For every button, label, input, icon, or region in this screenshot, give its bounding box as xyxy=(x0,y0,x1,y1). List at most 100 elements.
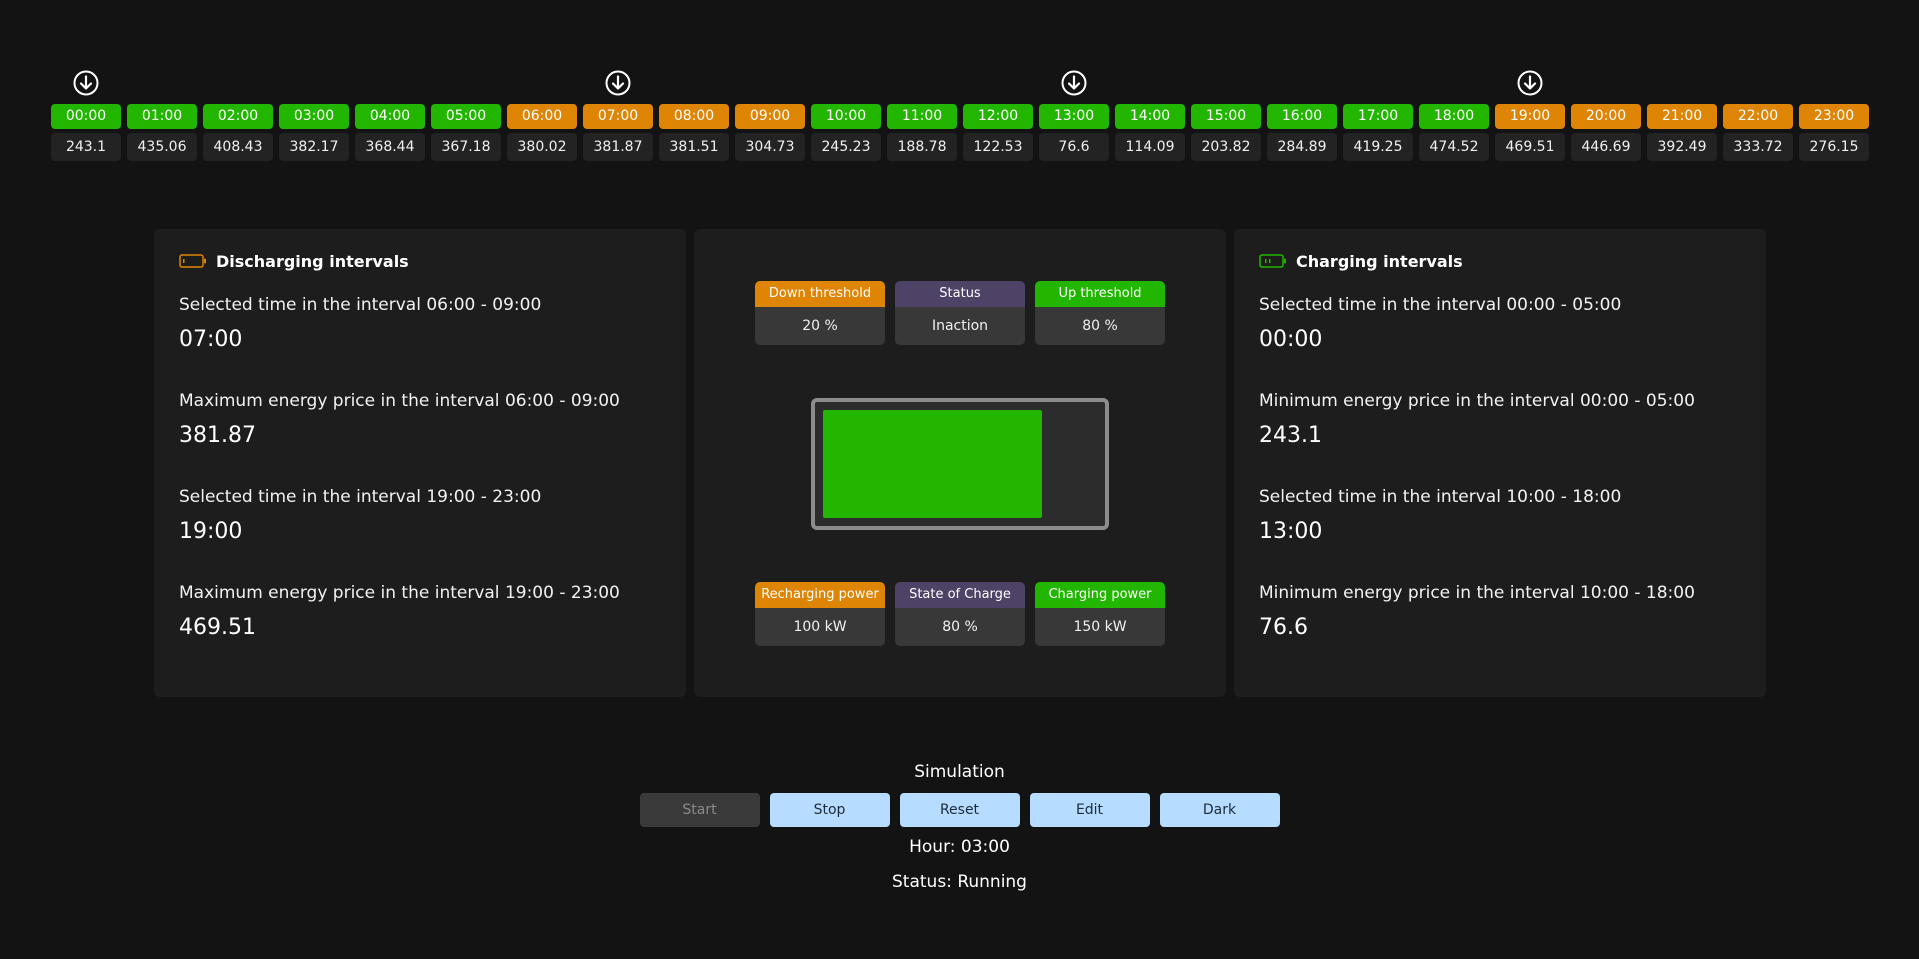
arrow-down-circle-icon xyxy=(604,69,632,97)
hour-label[interactable]: 06:00 xyxy=(507,104,577,129)
hour-label[interactable]: 09:00 xyxy=(735,104,805,129)
hour-label[interactable]: 20:00 xyxy=(1571,104,1641,129)
hour-label[interactable]: 13:00 xyxy=(1039,104,1109,129)
stat-value: 100 kW xyxy=(755,608,885,646)
discharging-info-list: Selected time in the interval 06:00 - 09… xyxy=(179,293,661,643)
info-block: Selected time in the interval 00:00 - 05… xyxy=(1259,293,1741,355)
battery-gauge xyxy=(811,398,1109,530)
panel-header: Discharging intervals xyxy=(179,251,661,271)
hour-column: 12:00 122.53 xyxy=(963,64,1033,161)
hour-label[interactable]: 08:00 xyxy=(659,104,729,129)
hour-price: 419.25 xyxy=(1343,133,1413,161)
arrow-down-circle-icon xyxy=(1516,69,1544,97)
info-block: Selected time in the interval 10:00 - 18… xyxy=(1259,485,1741,547)
info-block: Minimum energy price in the interval 00:… xyxy=(1259,389,1741,451)
hour-label[interactable]: 18:00 xyxy=(1419,104,1489,129)
stop-button[interactable]: Stop xyxy=(769,793,890,827)
info-block: Minimum energy price in the interval 10:… xyxy=(1259,581,1741,643)
info-label: Maximum energy price in the interval 06:… xyxy=(179,391,620,411)
charging-panel: Charging intervals Selected time in the … xyxy=(1234,229,1766,697)
stat-value: 20 % xyxy=(755,307,885,345)
hour-column: 20:00 446.69 xyxy=(1571,64,1641,161)
app-root: 00:00 243.1 01:00 435.06 02:00 408.43 03:00 382… xyxy=(0,0,1919,959)
hour-label[interactable]: 11:00 xyxy=(887,104,957,129)
hour-label[interactable]: 02:00 xyxy=(203,104,273,129)
hour-label[interactable]: 14:00 xyxy=(1115,104,1185,129)
simulation-section: Simulation Start Stop Reset Edit Dark Ho… xyxy=(0,758,1919,896)
hour-price: 304.73 xyxy=(735,133,805,161)
hour-column: 00:00 243.1 xyxy=(51,64,121,161)
hour-column: 19:00 469.51 xyxy=(1495,64,1565,161)
stat-label: Status xyxy=(895,281,1025,307)
info-label: Selected time in the interval 10:00 - 18… xyxy=(1259,487,1622,507)
hour-column: 22:00 333.72 xyxy=(1723,64,1793,161)
hour-label[interactable]: 15:00 xyxy=(1191,104,1261,129)
hour-label[interactable]: 22:00 xyxy=(1723,104,1793,129)
hour-price: 381.51 xyxy=(659,133,729,161)
edit-button[interactable]: Edit xyxy=(1029,793,1150,827)
hour-price: 243.1 xyxy=(51,133,121,161)
stat-card: Status Inaction xyxy=(895,281,1025,345)
panel-title: Charging intervals xyxy=(1296,251,1463,271)
hour-price: 408.43 xyxy=(203,133,273,161)
info-label: Selected time in the interval 00:00 - 05… xyxy=(1259,295,1622,315)
start-button[interactable]: Start xyxy=(639,793,760,827)
hour-label[interactable]: 00:00 xyxy=(51,104,121,129)
info-value: 381.87 xyxy=(179,423,256,448)
dark-mode-button[interactable]: Dark xyxy=(1159,793,1280,827)
hour-label[interactable]: 23:00 xyxy=(1799,104,1869,129)
stat-value: 150 kW xyxy=(1035,608,1165,646)
info-label: Maximum energy price in the interval 19:… xyxy=(179,583,620,603)
info-value: 13:00 xyxy=(1259,519,1323,544)
stat-label: Down threshold xyxy=(755,281,885,307)
hour-label[interactable]: 05:00 xyxy=(431,104,501,129)
hour-column: 06:00 380.02 xyxy=(507,64,577,161)
stat-value: Inaction xyxy=(895,307,1025,345)
hour-column: 21:00 392.49 xyxy=(1647,64,1717,161)
hour-label[interactable]: 16:00 xyxy=(1267,104,1337,129)
charging-info-list: Selected time in the interval 00:00 - 05… xyxy=(1259,293,1741,643)
hour-label[interactable]: 03:00 xyxy=(279,104,349,129)
hour-label[interactable]: 04:00 xyxy=(355,104,425,129)
hour-label[interactable]: 12:00 xyxy=(963,104,1033,129)
info-label: Minimum energy price in the interval 10:… xyxy=(1259,583,1695,603)
hour-column: 17:00 419.25 xyxy=(1343,64,1413,161)
panel-title: Discharging intervals xyxy=(216,251,409,271)
hour-price: 122.53 xyxy=(963,133,1033,161)
info-label: Selected time in the interval 06:00 - 09… xyxy=(179,295,542,315)
hour-price: 203.82 xyxy=(1191,133,1261,161)
stat-value: 80 % xyxy=(895,608,1025,646)
arrow-down-circle-icon xyxy=(72,69,100,97)
hour-column: 10:00 245.23 xyxy=(811,64,881,161)
stat-label: Charging power xyxy=(1035,582,1165,608)
info-value: 19:00 xyxy=(179,519,243,544)
info-block: Maximum energy price in the interval 06:… xyxy=(179,389,661,451)
info-block: Selected time in the interval 06:00 - 09… xyxy=(179,293,661,355)
stat-label: Recharging power xyxy=(755,582,885,608)
hour-column: 01:00 435.06 xyxy=(127,64,197,161)
hour-column: 13:00 76.6 xyxy=(1039,64,1109,161)
hour-column: 02:00 408.43 xyxy=(203,64,273,161)
hour-label[interactable]: 10:00 xyxy=(811,104,881,129)
hour-price: 474.52 xyxy=(1419,133,1489,161)
hour-price: 276.15 xyxy=(1799,133,1869,161)
hour-label[interactable]: 07:00 xyxy=(583,104,653,129)
hour-column: 14:00 114.09 xyxy=(1115,64,1185,161)
stat-label: Up threshold xyxy=(1035,281,1165,307)
simulation-hour: Hour: 03:00 xyxy=(909,837,1010,857)
hour-label[interactable]: 21:00 xyxy=(1647,104,1717,129)
stat-value: 80 % xyxy=(1035,307,1165,345)
threshold-stats: Down threshold 20 % Status Inaction Up thres… xyxy=(755,281,1165,345)
info-label: Minimum energy price in the interval 00:… xyxy=(1259,391,1695,411)
hour-label[interactable]: 01:00 xyxy=(127,104,197,129)
reset-button[interactable]: Reset xyxy=(899,793,1020,827)
hour-label[interactable]: 17:00 xyxy=(1343,104,1413,129)
hour-column: 09:00 304.73 xyxy=(735,64,805,161)
hour-label[interactable]: 19:00 xyxy=(1495,104,1565,129)
hour-column: 11:00 188.78 xyxy=(887,64,957,161)
hour-price: 382.17 xyxy=(279,133,349,161)
stat-card: Charging power 150 kW xyxy=(1035,582,1165,646)
stat-card: Up threshold 80 % xyxy=(1035,281,1165,345)
power-stats: Recharging power 100 kW State of Charge 80 … xyxy=(755,582,1165,646)
hour-column: 07:00 381.87 xyxy=(583,64,653,161)
